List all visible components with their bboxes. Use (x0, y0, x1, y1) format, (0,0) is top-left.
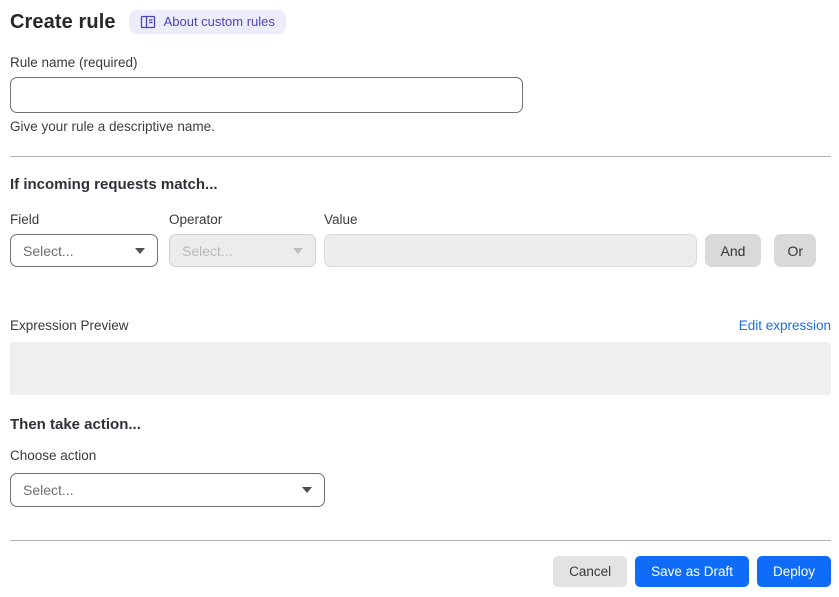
match-row: Field Select... Operator Select... Value… (10, 212, 831, 267)
badge-label: About custom rules (163, 14, 275, 30)
footer-actions: Cancel Save as Draft Deploy (10, 556, 831, 587)
page-title: Create rule (10, 10, 116, 33)
about-custom-rules-badge[interactable]: About custom rules (128, 10, 286, 34)
field-select-value: Select... (23, 242, 74, 259)
action-section-heading: Then take action... (10, 416, 141, 433)
or-button[interactable]: Or (774, 234, 816, 267)
section-divider (10, 156, 831, 157)
value-input (324, 234, 697, 267)
expression-preview-box (10, 342, 831, 395)
rule-name-helper-text: Give your rule a descriptive name. (10, 119, 215, 134)
save-as-draft-button[interactable]: Save as Draft (635, 556, 749, 587)
choose-action-label: Choose action (10, 448, 97, 463)
value-label: Value (324, 212, 358, 227)
operator-select: Select... (169, 234, 316, 267)
chevron-down-icon (302, 487, 312, 493)
cancel-button[interactable]: Cancel (553, 556, 628, 587)
rule-name-input[interactable] (10, 77, 523, 113)
operator-label: Operator (169, 212, 223, 227)
field-select[interactable]: Select... (10, 234, 158, 267)
expression-preview-label: Expression Preview (10, 318, 129, 333)
choose-action-select-value: Select... (23, 482, 74, 498)
footer-divider (10, 540, 831, 541)
chevron-down-icon (293, 247, 303, 254)
chevron-down-icon (135, 247, 145, 254)
field-label: Field (10, 212, 40, 227)
edit-expression-link[interactable]: Edit expression (739, 318, 831, 333)
rule-name-group: Rule name (required) Give your rule a de… (10, 55, 831, 134)
value-column: Value (324, 212, 697, 267)
expression-preview-header: Expression Preview Edit expression (10, 318, 831, 333)
rule-name-label: Rule name (required) (10, 55, 138, 70)
header: Create rule About custom rules (10, 10, 831, 34)
and-button[interactable]: And (704, 234, 762, 267)
book-icon (140, 14, 156, 30)
choose-action-select[interactable]: Select... (10, 473, 325, 507)
deploy-button[interactable]: Deploy (756, 556, 831, 587)
operator-select-value: Select... (182, 242, 233, 259)
field-column: Field Select... (10, 212, 158, 267)
match-section-heading: If incoming requests match... (10, 176, 218, 193)
create-rule-form: Create rule About custom rules Rule name… (0, 0, 839, 587)
operator-column: Operator Select... (169, 212, 316, 267)
